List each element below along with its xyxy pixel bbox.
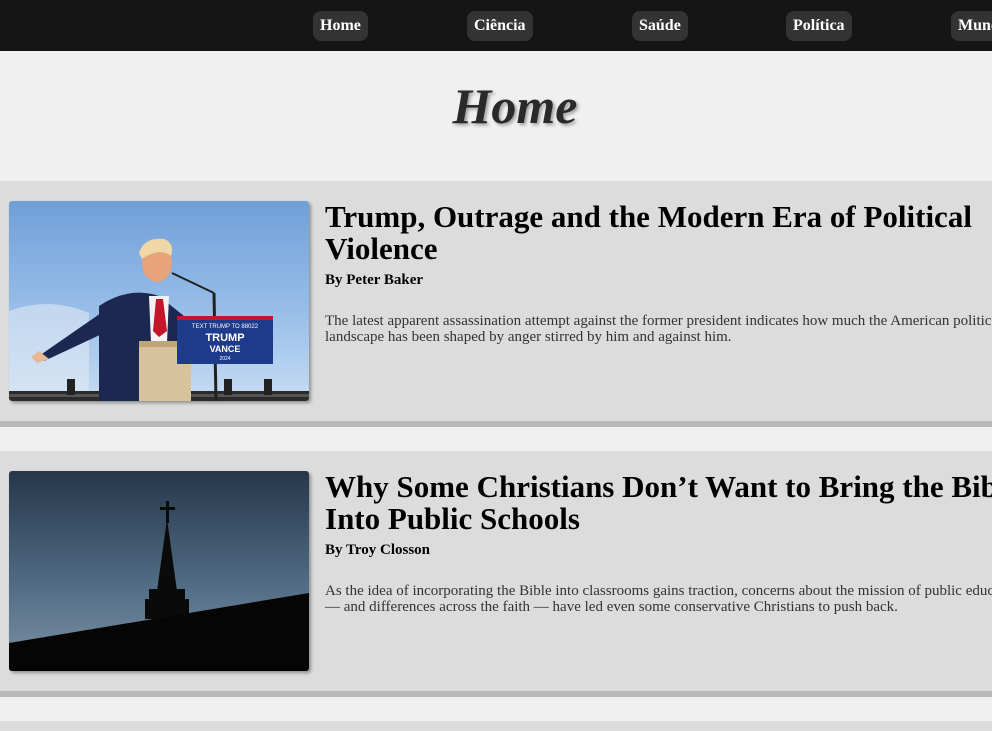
article-card[interactable]: Why Some Christians Don’t Want to Bring … bbox=[0, 451, 992, 697]
nav-item-mundo[interactable]: Mundo bbox=[951, 11, 992, 41]
article-card-peek bbox=[0, 721, 992, 731]
nav-item-ciencia[interactable]: Ciência bbox=[467, 11, 533, 41]
article-summary: The latest apparent assassination attemp… bbox=[325, 313, 992, 345]
sign-text-line1: TEXT TRUMP TO 88022 bbox=[192, 324, 259, 330]
article-headline[interactable]: Trump, Outrage and the Modern Era of Pol… bbox=[325, 201, 992, 265]
nav-item-politica[interactable]: Política bbox=[786, 11, 852, 41]
article-headline[interactable]: Why Some Christians Don’t Want to Bring … bbox=[325, 471, 992, 535]
sign-text-line3: VANCE bbox=[210, 344, 241, 354]
nav-item-saude[interactable]: Saúde bbox=[632, 11, 688, 41]
article-card[interactable]: TEXT TRUMP TO 88022 TRUMP VANCE 2024 Tru… bbox=[0, 181, 992, 427]
article-byline: By Peter Baker bbox=[325, 272, 424, 288]
sign-text-line4: 2024 bbox=[219, 356, 230, 362]
church-steeple-photo bbox=[9, 471, 309, 671]
article-byline: By Troy Closson bbox=[325, 542, 431, 558]
page-title: Home bbox=[452, 78, 578, 134]
article-image[interactable] bbox=[9, 471, 309, 671]
sign-text-line2: TRUMP bbox=[205, 332, 244, 344]
article-summary: As the idea of incorporating the Bible i… bbox=[325, 583, 992, 615]
top-navbar: Home Ciência Saúde Política Mundo bbox=[0, 0, 992, 51]
trump-rally-photo: TEXT TRUMP TO 88022 TRUMP VANCE 2024 bbox=[9, 201, 309, 401]
nav-item-home[interactable]: Home bbox=[313, 11, 368, 41]
article-image[interactable]: TEXT TRUMP TO 88022 TRUMP VANCE 2024 bbox=[9, 201, 309, 401]
